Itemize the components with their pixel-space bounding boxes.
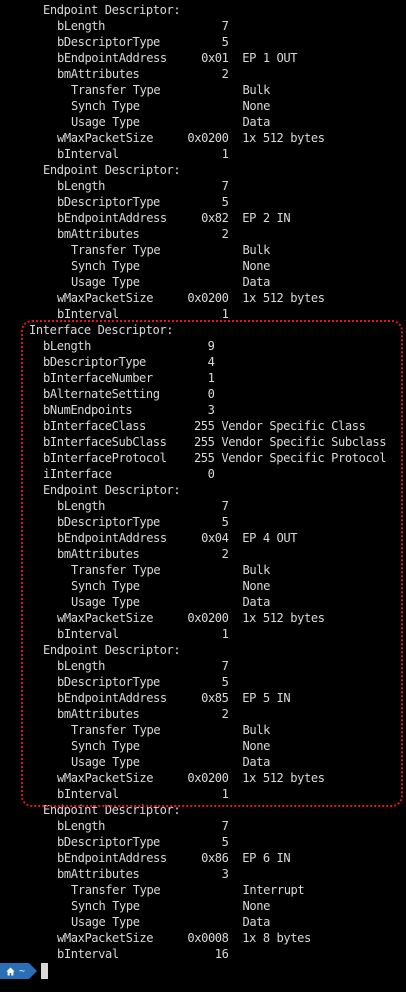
terminal-line: bDescriptorType 5 — [57, 35, 229, 49]
prompt-segment: ~ — [0, 963, 30, 979]
terminal-line: Usage Type Data — [71, 115, 270, 129]
terminal-line: bEndpointAddress 0x82 EP 2 IN — [57, 211, 291, 225]
terminal-line: bEndpointAddress 0x01 EP 1 OUT — [57, 51, 298, 65]
terminal-line: bLength 7 — [57, 179, 229, 193]
terminal-line: Transfer Type Interrupt — [71, 883, 305, 897]
terminal-line: Synch Type None — [71, 99, 270, 113]
terminal-line: bDescriptorType 5 — [57, 835, 229, 849]
terminal-line: Transfer Type Bulk — [71, 243, 270, 257]
text-cursor — [41, 963, 49, 979]
terminal-line: bLength 7 — [57, 19, 229, 33]
terminal-line: bEndpointAddress 0x86 EP 6 IN — [57, 851, 291, 865]
terminal-line: Usage Type Data — [71, 915, 270, 929]
terminal-line: wMaxPacketSize 0x0008 1x 8 bytes — [57, 931, 311, 945]
terminal-line: Synch Type None — [71, 259, 270, 273]
terminal-window: Endpoint Descriptor: bLength 7 bDescriptor… — [0, 0, 406, 992]
home-icon — [6, 967, 15, 975]
terminal-line: bmAttributes 2 — [57, 67, 229, 81]
shell-prompt[interactable]: ~ — [0, 963, 49, 979]
terminal-line: Endpoint Descriptor: — [43, 163, 181, 177]
prompt-arrow — [29, 963, 38, 979]
terminal-line: bInterval 1 — [57, 147, 229, 161]
terminal-line: wMaxPacketSize 0x0200 1x 512 bytes — [57, 291, 325, 305]
terminal-line: Transfer Type Bulk — [71, 83, 270, 97]
terminal-line: bmAttributes 2 — [57, 227, 229, 241]
terminal-line: bmAttributes 3 — [57, 867, 229, 881]
terminal-line: Endpoint Descriptor: — [43, 3, 181, 17]
prompt-path: ~ — [19, 965, 26, 977]
terminal-line: bInterval 16 — [57, 947, 229, 961]
terminal-line: bLength 7 — [57, 819, 229, 833]
terminal-line: wMaxPacketSize 0x0200 1x 512 bytes — [57, 131, 325, 145]
terminal-line: bDescriptorType 5 — [57, 195, 229, 209]
interface-descriptor-highlight — [21, 320, 403, 807]
terminal-line: Synch Type None — [71, 899, 270, 913]
terminal-line: Usage Type Data — [71, 275, 270, 289]
